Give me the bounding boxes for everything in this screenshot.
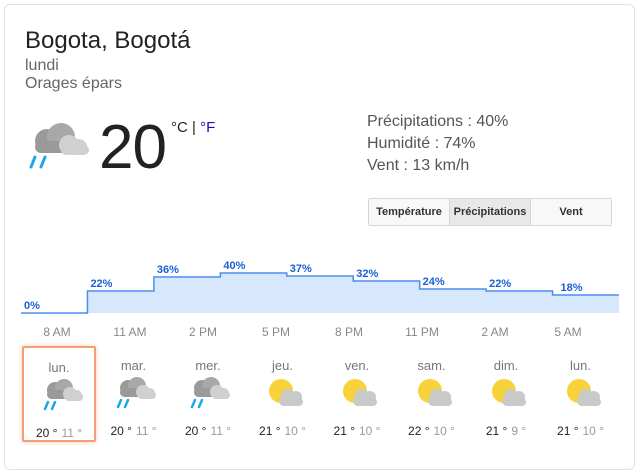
time-label: 8 AM	[43, 325, 71, 339]
forecast-high: 21 °	[333, 424, 355, 438]
forecast-day[interactable]: mer. 20 ° 11 °	[171, 346, 245, 442]
precip-value-label: 22%	[90, 278, 112, 290]
partly-cloudy-icon	[412, 376, 454, 415]
precip-value-label: 22%	[489, 278, 511, 290]
day-label: lundi	[25, 57, 59, 74]
partly-cloudy-icon	[486, 376, 528, 415]
precip-value-label: 0%	[24, 300, 40, 312]
forecast-day-name: sam.	[417, 358, 446, 373]
forecast-low: 11 °	[61, 426, 83, 440]
forecast-day[interactable]: lun. 20 ° 11 °	[22, 346, 96, 442]
forecast-temps: 21 ° 10 °	[320, 424, 394, 438]
chart-tabs: Température Précipitations Vent	[368, 198, 612, 226]
forecast-high: 20 °	[35, 426, 58, 440]
thunderstorm-rain-icon	[188, 376, 230, 415]
forecast-day[interactable]: dim. 21 ° 9 °	[469, 346, 543, 442]
partly-cloudy-icon	[561, 376, 603, 415]
fahrenheit-toggle[interactable]: °F	[200, 119, 215, 136]
forecast-day[interactable]: jeu. 21 ° 10 °	[246, 346, 320, 442]
tab-temperature[interactable]: Température	[369, 199, 450, 225]
precip-value-label: 18%	[561, 282, 583, 294]
forecast-temps: 21 ° 9 °	[469, 424, 543, 438]
precip-value-label: 32%	[356, 268, 378, 280]
forecast-low: 10 °	[284, 424, 306, 438]
forecast-day-name: mar.	[120, 358, 147, 373]
time-label: 5 PM	[261, 325, 290, 339]
location-title: Bogota, Bogotá	[25, 27, 191, 54]
unit-separator: |	[192, 119, 196, 136]
forecast-day[interactable]: sam. 22 ° 10 °	[395, 346, 469, 442]
forecast-low: 10 °	[359, 424, 381, 438]
partly-cloudy-icon	[337, 376, 379, 415]
forecast-high: 21 °	[259, 424, 281, 438]
precipitation-chart: 0% 22% 36% 40% 37% 32% 24% 22% 18%	[21, 260, 619, 314]
humidity-detail: Humidité : 74%	[367, 135, 476, 152]
forecast-low: 10 °	[582, 424, 604, 438]
forecast-high: 20 °	[110, 424, 132, 438]
forecast-day-name: ven.	[344, 358, 370, 373]
forecast-high: 21 °	[485, 424, 508, 438]
partly-cloudy-icon	[263, 376, 305, 415]
time-label: 8 PM	[334, 325, 363, 339]
forecast-temps: 21 ° 10 °	[246, 424, 320, 438]
forecast-day[interactable]: mar. 20 ° 11 °	[97, 346, 171, 442]
wind-detail: Vent : 13 km/h	[367, 157, 470, 174]
forecast-day-name: lun.	[570, 358, 591, 373]
precipitation-detail: Précipitations : 40%	[367, 113, 509, 130]
forecast-temps: 20 ° 11 °	[97, 424, 171, 438]
precip-value-label: 36%	[157, 264, 179, 276]
forecast-day-name: lun.	[48, 360, 70, 375]
forecast-high: 22 °	[408, 424, 430, 438]
precip-value-label: 40%	[223, 260, 245, 272]
precip-value-label: 37%	[290, 263, 312, 275]
forecast-day[interactable]: ven. 21 ° 10 °	[320, 346, 394, 442]
thunderstorm-rain-icon	[41, 378, 83, 417]
celsius-toggle[interactable]: °C	[171, 119, 188, 136]
condition-label: Orages épars	[25, 75, 122, 92]
forecast-low: 9 °	[511, 424, 527, 438]
forecast-day-name: mer.	[195, 358, 221, 373]
tab-wind[interactable]: Vent	[531, 199, 611, 225]
forecast-temps: 21 ° 10 °	[544, 424, 618, 438]
forecast-day-name: jeu.	[272, 358, 293, 373]
forecast-day-name: dim.	[493, 358, 519, 373]
forecast-high: 20 °	[184, 424, 207, 438]
time-label: 2 AM	[481, 325, 509, 339]
forecast-temps: 20 ° 11 °	[171, 424, 245, 438]
time-label: 5 AM	[554, 325, 582, 339]
unit-switcher: °C | °F	[171, 119, 215, 136]
forecast-low: 11 °	[135, 424, 157, 438]
precip-value-label: 24%	[423, 276, 445, 288]
thunderstorm-rain-icon	[114, 376, 156, 415]
time-label: 11 AM	[113, 325, 147, 339]
time-label: 11 PM	[405, 325, 439, 339]
tab-precipitation[interactable]: Précipitations	[450, 199, 531, 225]
thunderstorm-rain-icon	[25, 121, 91, 176]
forecast-high: 21 °	[557, 424, 579, 438]
forecast-low: 10 °	[433, 424, 455, 438]
forecast-temps: 20 ° 11 °	[24, 426, 94, 440]
forecast-low: 11 °	[210, 424, 232, 438]
forecast-temps: 22 ° 10 °	[395, 424, 469, 438]
current-temperature: 20	[99, 113, 167, 182]
time-label: 2 PM	[188, 325, 217, 339]
forecast-day[interactable]: lun. 21 ° 10 °	[544, 346, 618, 442]
